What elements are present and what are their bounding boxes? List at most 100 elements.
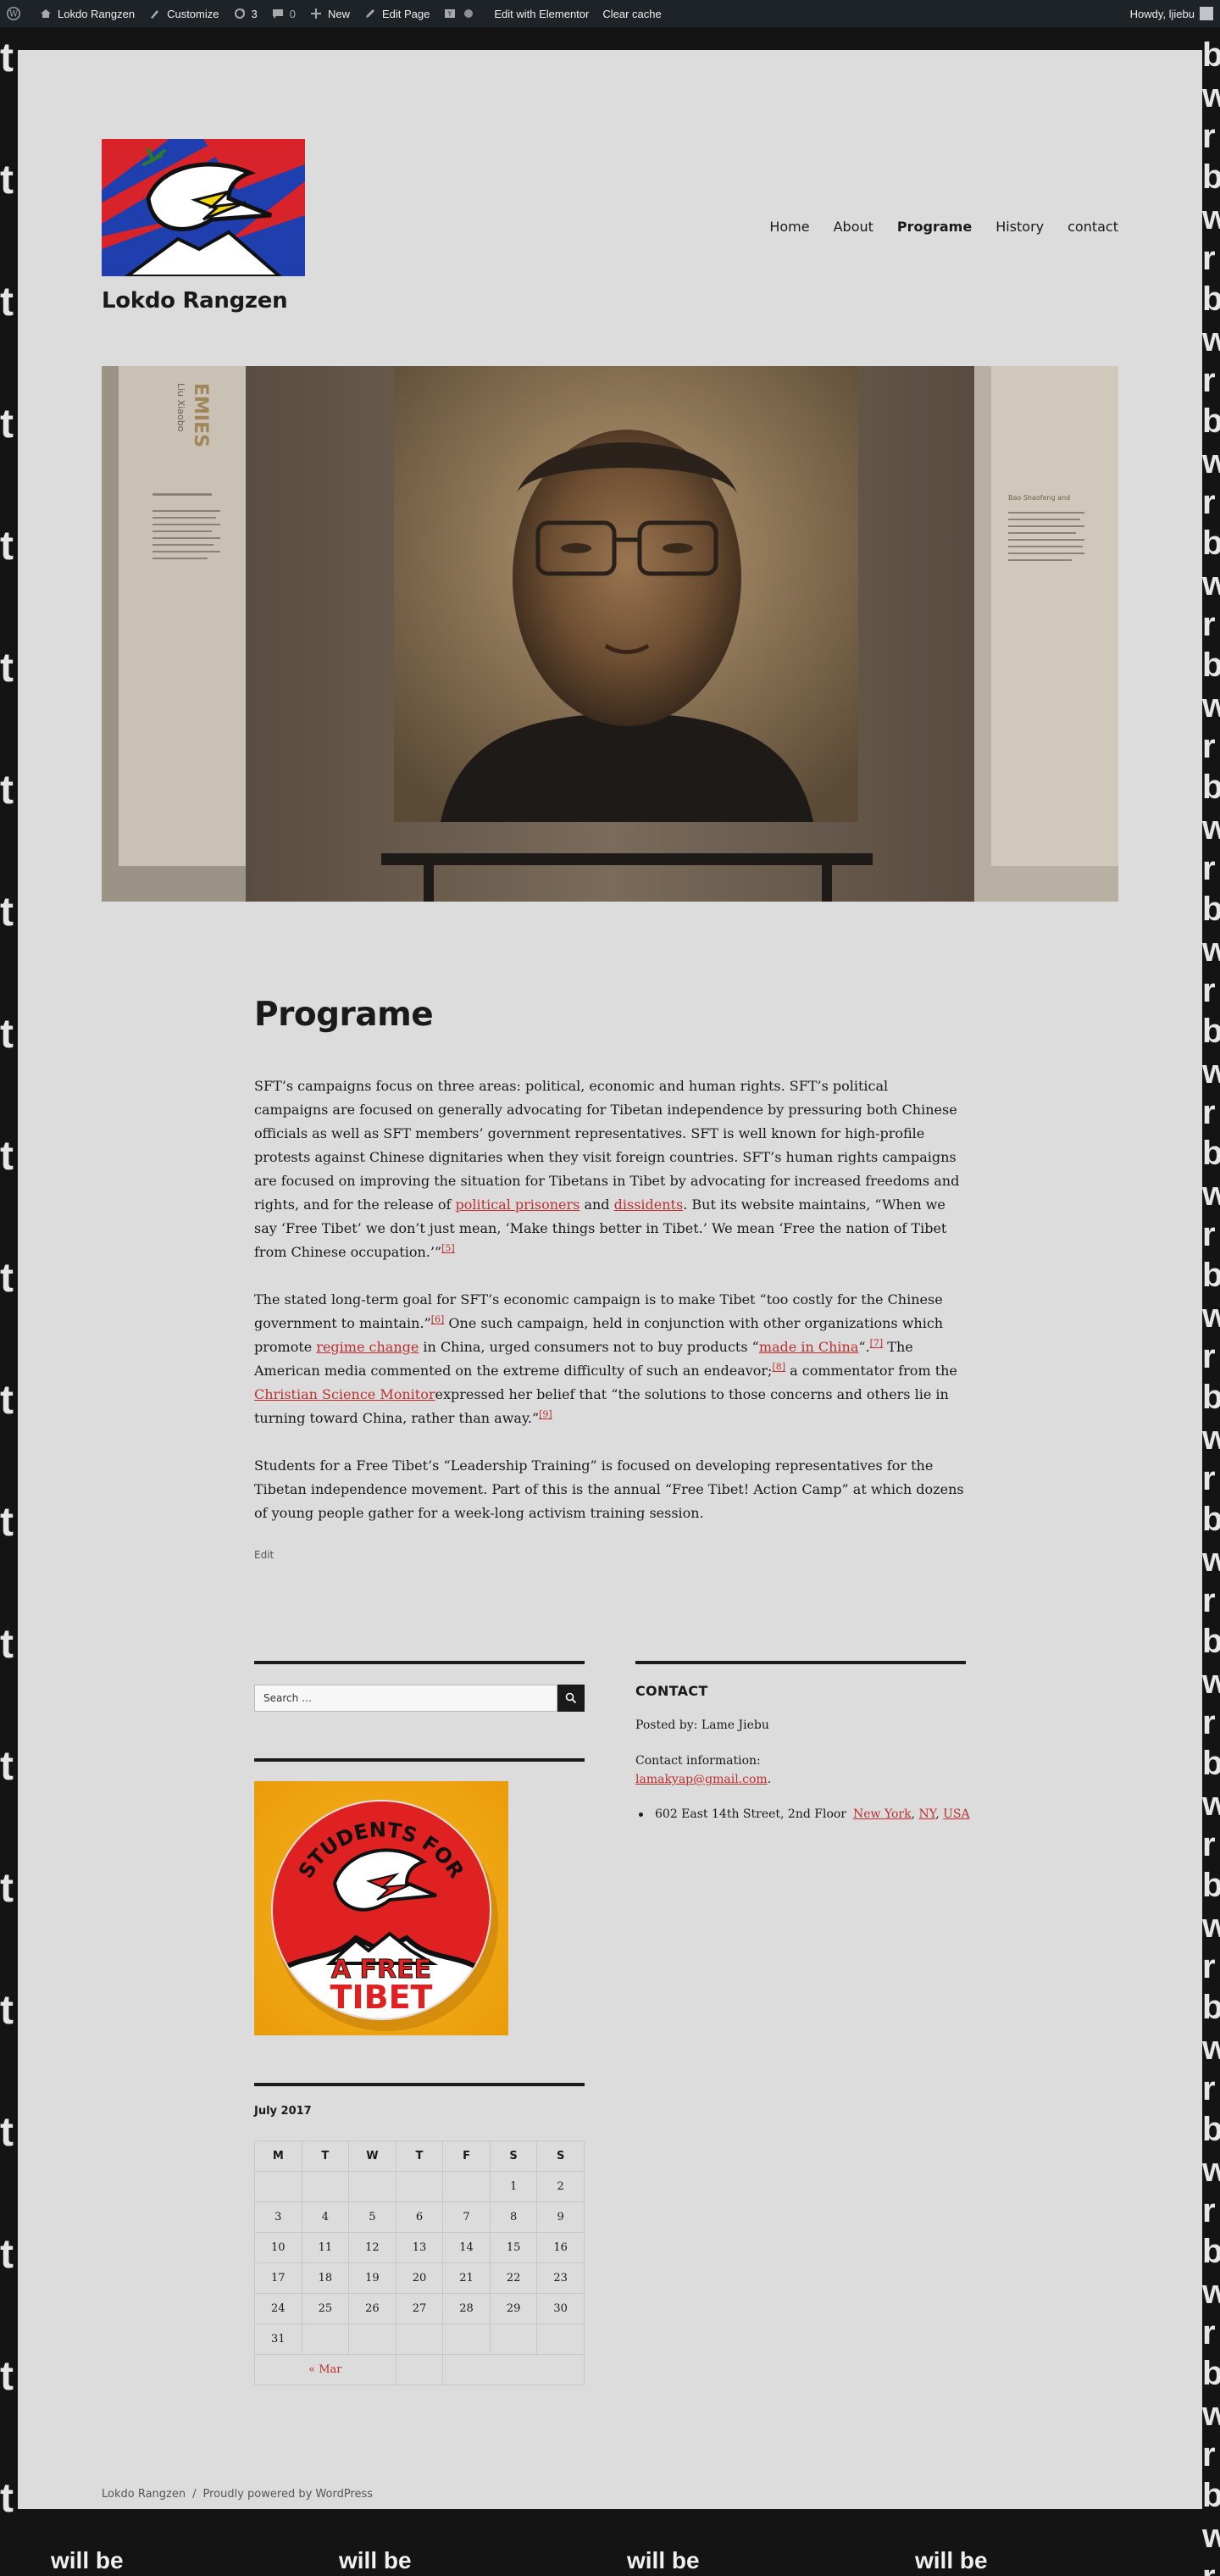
- usa-link[interactable]: USA: [943, 1807, 970, 1821]
- entry-content: SFT’s campaigns focus on three areas: po…: [254, 1074, 966, 1549]
- free-tibet-badge-image[interactable]: STUDENTS FOR A FREE TIBET: [254, 1781, 508, 2035]
- background-letter: w: [1202, 2518, 1220, 2555]
- updates-count: 3: [251, 7, 258, 20]
- email-link[interactable]: lamakyap@gmail.com: [635, 1773, 768, 1786]
- footnote-5-link[interactable]: [5]: [441, 1243, 455, 1254]
- calendar-week-row: 31: [254, 2323, 585, 2355]
- site-title[interactable]: Lokdo Rangzen: [102, 288, 288, 314]
- background-letter: w: [1202, 1785, 1220, 1823]
- background-letter: r: [1202, 2314, 1216, 2351]
- background-letter: b: [1202, 647, 1220, 684]
- background-letter: t: [0, 1744, 14, 1789]
- calendar-nav-pad: [395, 2354, 444, 2385]
- calendar-header-row: M T W T F S S: [254, 2140, 585, 2172]
- search-button[interactable]: [557, 1685, 585, 1712]
- customize-link[interactable]: Customize: [141, 0, 225, 27]
- updates-link[interactable]: 3: [226, 0, 264, 27]
- wordpress-logo-button[interactable]: W: [0, 0, 32, 27]
- regime-change-link[interactable]: regime change: [316, 1339, 419, 1355]
- edit-link[interactable]: Edit: [254, 1549, 274, 1561]
- background-letter: t: [0, 402, 14, 447]
- calendar-day: 2: [536, 2171, 585, 2202]
- calendar-day: [348, 2323, 396, 2355]
- background-letter: t: [0, 1866, 14, 1911]
- brush-icon: [151, 10, 159, 19]
- background-letter: r: [1202, 2192, 1216, 2229]
- edit-page-link[interactable]: Edit Page: [357, 0, 436, 27]
- calendar-day: 15: [489, 2232, 538, 2263]
- calendar-day: 7: [442, 2201, 491, 2233]
- hero-left-panel-subtext: Liu Xiaobo: [175, 383, 186, 432]
- calendar-nav-row: « Mar: [254, 2354, 585, 2385]
- pencil-icon: [365, 9, 374, 18]
- background-letter: b: [1202, 1135, 1220, 1172]
- dissidents-link[interactable]: dissidents: [614, 1196, 684, 1213]
- calendar-day: [489, 2323, 538, 2355]
- background-letter: r: [1202, 362, 1216, 399]
- new-content-link[interactable]: New: [302, 0, 357, 27]
- background-letter: t: [0, 2232, 14, 2277]
- background-letter: r: [1202, 240, 1216, 277]
- footnote-9-link[interactable]: [9]: [539, 1409, 552, 1420]
- clear-cache-link[interactable]: Clear cache: [596, 0, 668, 27]
- site-logo[interactable]: [102, 139, 305, 276]
- paragraph-1: SFT’s campaigns focus on three areas: po…: [254, 1078, 960, 1260]
- nav-item-programe[interactable]: Programe: [897, 219, 972, 235]
- yoast-link[interactable]: Y: [436, 0, 487, 27]
- header-image: EMIES Liu Xiaobo Bao Shaofeng and: [102, 366, 1118, 902]
- background-letter: r: [1202, 1460, 1216, 1497]
- nav-item-contact[interactable]: contact: [1068, 219, 1118, 235]
- calendar-prev-link[interactable]: « Mar: [254, 2354, 396, 2385]
- calendar-week-row: 12: [254, 2171, 585, 2202]
- nav-item-about[interactable]: About: [834, 219, 873, 235]
- edit-with-elementor-link[interactable]: Edit with Elementor: [487, 0, 596, 27]
- background-letter: b: [1202, 525, 1220, 562]
- calendar-body: 1 2 3 4 5 6 7 8 9 10 11 12 13 14 15 16 17 18 19 20 21 22 23 24 2…: [254, 2171, 585, 2355]
- footnote-7-link[interactable]: [7]: [870, 1338, 884, 1349]
- calendar-day: 27: [395, 2293, 444, 2324]
- ny-link[interactable]: NY: [919, 1807, 936, 1821]
- background-letter: b: [1202, 1379, 1220, 1416]
- background-letter: t: [0, 1378, 14, 1423]
- new-york-link[interactable]: New York: [853, 1807, 912, 1821]
- calendar-day: 4: [301, 2201, 350, 2233]
- background-letter: w: [1202, 321, 1220, 358]
- background-letter: r: [1202, 2436, 1216, 2473]
- calendar-day: 13: [395, 2232, 444, 2263]
- calendar-day: 23: [536, 2262, 585, 2294]
- nav-item-history[interactable]: History: [995, 219, 1044, 235]
- background-letter: t: [0, 158, 14, 203]
- calendar-day: [301, 2171, 350, 2202]
- background-letter: w: [1202, 687, 1220, 724]
- account-menu[interactable]: Howdy, ljiebu: [1123, 0, 1220, 27]
- nav-item-home[interactable]: Home: [769, 219, 809, 235]
- search-input[interactable]: Search …: [254, 1685, 557, 1712]
- site-name-link[interactable]: Lokdo Rangzen: [32, 0, 141, 27]
- calendar-day: [536, 2323, 585, 2355]
- footer-powered-link[interactable]: Proudly powered by WordPress: [203, 2488, 374, 2501]
- calendar-weekday: S: [536, 2140, 585, 2172]
- background-letter: w: [1202, 1663, 1220, 1701]
- calendar-table: M T W T F S S 1 2 3 4 5 6 7 8 9 10 11 12 13 14 15 16 17 1…: [254, 2140, 585, 2385]
- address-list-item: 602 East 14th Street, 2nd Floor New York…: [635, 1807, 970, 1821]
- background-letter: r: [1202, 1582, 1216, 1619]
- calendar-week-row: 3456789: [254, 2201, 585, 2233]
- background-bottom-text: will be: [51, 2547, 124, 2573]
- footer-site-link[interactable]: Lokdo Rangzen: [102, 2488, 186, 2501]
- calendar-day: 1: [489, 2171, 538, 2202]
- background-letter: r: [1202, 1704, 1216, 1741]
- comment-icon: [272, 9, 283, 19]
- background-letter: r: [1202, 606, 1216, 643]
- christian-science-monitor-link[interactable]: Christian Science Monitor: [254, 1386, 435, 1402]
- background-letter: b: [1202, 769, 1220, 806]
- made-in-china-link[interactable]: made in China: [759, 1339, 859, 1355]
- background-letter: b: [1202, 1623, 1220, 1660]
- hero-left-panel-text: EMIES: [190, 383, 211, 447]
- comments-link[interactable]: 0: [264, 0, 302, 27]
- political-prisoners-link[interactable]: political prisoners: [456, 1196, 580, 1213]
- svg-text:Y: Y: [447, 10, 452, 18]
- footnote-6-link[interactable]: [6]: [431, 1314, 445, 1325]
- calendar-caption: July 2017: [254, 2105, 312, 2118]
- footnote-8-link[interactable]: [8]: [772, 1362, 785, 1373]
- calendar-day: 11: [301, 2232, 350, 2263]
